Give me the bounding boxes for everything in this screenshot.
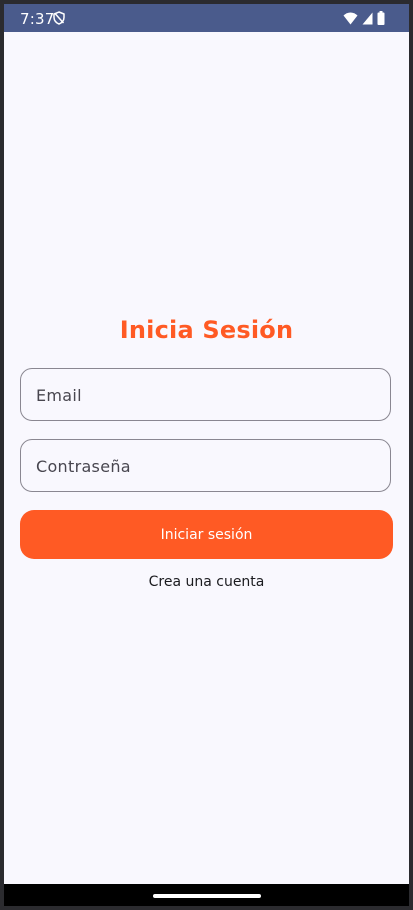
login-screen: Inicia Sesión Email Contraseña Iniciar s…: [4, 32, 409, 884]
email-field[interactable]: Email: [20, 368, 391, 421]
gesture-handle[interactable]: [153, 894, 261, 898]
password-placeholder: Contraseña: [36, 457, 131, 476]
create-account-link[interactable]: Crea una cuenta: [4, 574, 409, 590]
email-placeholder: Email: [36, 386, 82, 405]
signal-icon: [362, 12, 373, 25]
navigation-bar: [4, 884, 409, 906]
status-bar: 7:37: [4, 4, 409, 32]
page-title: Inicia Sesión: [119, 316, 294, 344]
status-time: 7:37: [20, 10, 55, 28]
phone-device: 7:37 Inicia Sesión Email Contraseña Inic…: [4, 4, 409, 906]
status-icons: [343, 11, 385, 25]
password-field[interactable]: Contraseña: [20, 439, 391, 492]
battery-icon: [377, 11, 385, 25]
privacy-shield-icon: [52, 11, 66, 25]
login-button-label: Iniciar sesión: [160, 526, 253, 543]
wifi-icon: [343, 12, 358, 25]
login-button[interactable]: Iniciar sesión: [20, 510, 393, 559]
